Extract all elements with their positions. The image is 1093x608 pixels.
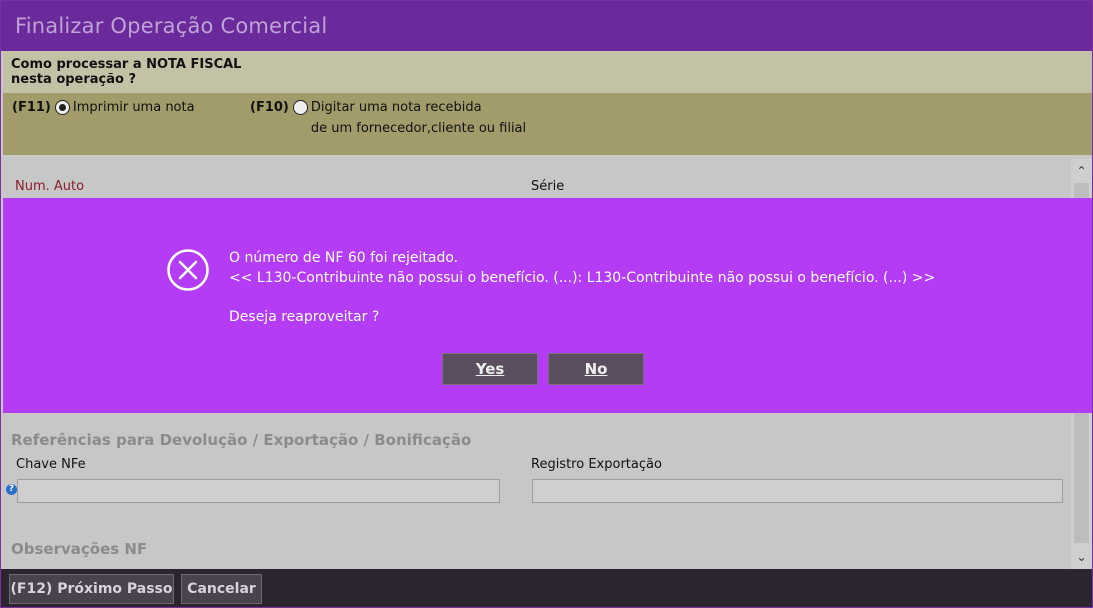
chave-nfe-label: Chave NFe	[16, 457, 86, 472]
scroll-up-icon[interactable]: ⌃	[1071, 161, 1092, 181]
no-button-label: No	[584, 360, 608, 378]
option-enter-label-line1: Digitar uma nota recebida	[310, 100, 482, 115]
registro-exportacao-label: Registro Exportação	[531, 457, 662, 472]
option-enter-received-note[interactable]: (F10) Digitar uma nota recebida de um fo…	[250, 100, 526, 139]
nf-question-panel: Como processar a NOTA FISCAL nesta opera…	[3, 51, 1092, 93]
no-button[interactable]: No	[548, 353, 644, 385]
nf-options-row: (F11) Imprimir uma nota (F10) Digitar um…	[3, 93, 1092, 155]
rejection-dialog: O número de NF 60 foi rejeitado. << L130…	[3, 198, 1092, 413]
yes-button-label: Yes	[475, 360, 505, 378]
footer-bar: (F12) Próximo Passo Cancelar	[1, 569, 1092, 607]
serie-label: Série	[531, 179, 565, 194]
option-print-label: Imprimir uma nota	[72, 100, 195, 115]
main-window: Finalizar Operação Comercial Como proces…	[0, 0, 1093, 608]
next-step-button[interactable]: (F12) Próximo Passo	[9, 574, 174, 604]
window-title: Finalizar Operação Comercial	[15, 14, 328, 38]
nf-question-text: Como processar a NOTA FISCAL nesta opera…	[11, 57, 271, 87]
dialog-message-line2: << L130-Contribuinte não possui o benefí…	[229, 270, 936, 286]
option-enter-label: Digitar uma nota recebida de um forneced…	[311, 97, 526, 139]
registro-exportacao-field[interactable]	[532, 479, 1063, 503]
cancel-button[interactable]: Cancelar	[181, 574, 262, 604]
dialog-message-line1: O número de NF 60 foi rejeitado.	[229, 250, 459, 266]
chave-nfe-field[interactable]	[17, 479, 500, 503]
title-bar: Finalizar Operação Comercial	[1, 1, 1092, 51]
option-enter-key: (F10)	[250, 100, 289, 115]
radio-print-note[interactable]	[54, 100, 70, 115]
nf-question-line1: Como processar a NOTA FISCAL	[11, 57, 242, 72]
scroll-down-icon[interactable]: ⌄	[1071, 547, 1092, 567]
observacoes-heading: Observações NF	[11, 540, 148, 558]
option-enter-label-line2: de um fornecedor,cliente ou filial	[310, 121, 527, 136]
yes-button[interactable]: Yes	[442, 353, 538, 385]
num-auto-label: Num. Auto	[15, 179, 85, 194]
error-circle-x-icon	[167, 249, 209, 291]
nf-question-line2: nesta operação ?	[11, 72, 137, 87]
option-print-key: (F11)	[12, 100, 51, 115]
option-print-note[interactable]: (F11) Imprimir uma nota	[12, 100, 195, 118]
radio-enter-received-note[interactable]	[292, 100, 308, 115]
references-heading: Referências para Devolução / Exportação …	[11, 431, 472, 449]
dialog-question: Deseja reaproveitar ?	[229, 309, 380, 325]
help-icon[interactable]: ?	[6, 484, 17, 495]
